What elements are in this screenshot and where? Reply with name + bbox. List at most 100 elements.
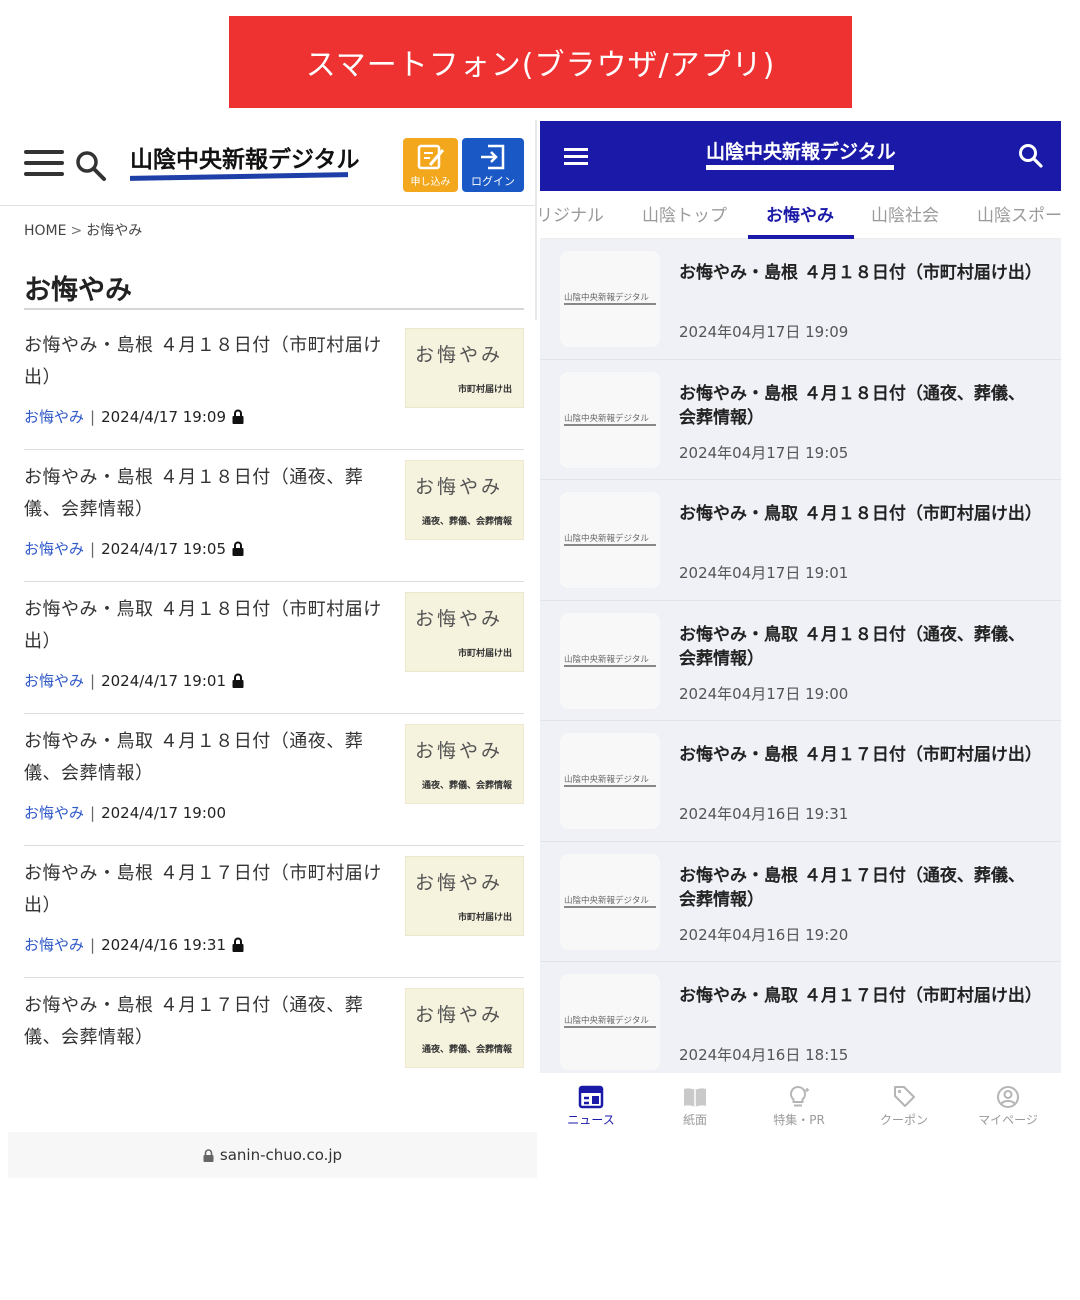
url-text: sanin-chuo.co.jp — [219, 1146, 343, 1164]
lock-icon — [203, 1148, 214, 1162]
article-datetime: 2024/4/17 19:05 — [101, 539, 226, 558]
article-title[interactable]: お悔やみ・鳥取 ４月１７日付（市町村届け出） — [679, 984, 1042, 1008]
article-title[interactable]: お悔やみ・島根 ４月１７日付（通夜、葬儀、会葬情報） — [679, 864, 1039, 912]
menu-icon[interactable] — [24, 150, 64, 180]
article-thumbnail[interactable]: お悔やみ 通夜、葬儀、会葬情報 — [405, 460, 524, 540]
login-label: ログイン — [471, 175, 515, 188]
app-logo[interactable]: 山陰中央新報デジタル — [706, 137, 896, 170]
article-category[interactable]: お悔やみ — [24, 802, 84, 823]
bottom-nav: ニュース 紙面 特集・PR クーポン マイページ — [540, 1073, 1061, 1141]
article-datetime: 2024/4/17 19:00 — [101, 803, 226, 822]
article-thumbnail[interactable]: お悔やみ 市町村届け出 — [405, 328, 524, 408]
edit-icon — [417, 144, 444, 170]
article-category[interactable]: お悔やみ — [24, 934, 84, 955]
category-tabs: リジナル 山陰トップ お悔やみ 山陰社会 山陰スポー — [540, 191, 1061, 239]
login-icon — [481, 144, 505, 170]
article-category[interactable]: お悔やみ — [24, 406, 84, 427]
tag-icon — [894, 1086, 915, 1107]
list-item[interactable]: 山陰中央新報デジタル お悔やみ・鳥取 ４月１８日付（通夜、葬儀、会葬情報） 20… — [540, 601, 1061, 721]
tab-okuyami[interactable]: お悔やみ — [766, 201, 834, 226]
page-title: お悔やみ — [24, 275, 132, 306]
article-thumbnail[interactable]: お悔やみ 市町村届け出 — [405, 592, 524, 672]
lock-icon — [232, 409, 244, 424]
article-thumbnail: 山陰中央新報デジタル — [560, 492, 660, 588]
article-title[interactable]: お悔やみ・島根 ４月１７日付（市町村届け出） — [679, 743, 1042, 767]
article-title[interactable]: お悔やみ・島根 ４月１８日付（通夜、葬儀、会葬情報） — [24, 462, 386, 526]
article-title[interactable]: お悔やみ・鳥取 ４月１８日付（通夜、葬儀、会葬情報） — [24, 726, 386, 790]
browser-screen: 山陰中央新報デジタル 申し込み ログイン HOME > お悔やみ お悔やみ お悔… — [0, 120, 537, 1180]
article-thumbnail: 山陰中央新報デジタル — [560, 612, 660, 709]
nav-news[interactable]: ニュース — [541, 1085, 641, 1128]
article-title[interactable]: お悔やみ・島根 ４月１７日付（通夜、葬儀、会葬情報） — [24, 990, 386, 1054]
article-datetime: 2024年04月16日 18:15 — [679, 1046, 849, 1064]
list-item[interactable]: 山陰中央新報デジタル お悔やみ・島根 ４月１８日付（通夜、葬儀、会葬情報） 20… — [540, 360, 1061, 480]
menu-icon[interactable] — [564, 148, 588, 166]
article-datetime: 2024年04月17日 19:00 — [679, 684, 849, 703]
article-datetime: 2024/4/16 19:31 — [101, 935, 226, 954]
site-logo[interactable]: 山陰中央新報デジタル — [130, 140, 360, 181]
article-title[interactable]: お悔やみ・鳥取 ４月１８日付（市町村届け出） — [679, 502, 1042, 526]
list-item[interactable]: 山陰中央新報デジタル お悔やみ・島根 ４月１８日付（市町村届け出） 2024年0… — [540, 239, 1061, 360]
article-datetime: 2024/4/17 19:09 — [101, 407, 226, 426]
nav-coupon[interactable]: クーポン — [854, 1085, 954, 1128]
apply-button[interactable]: 申し込み — [403, 138, 458, 192]
book-icon — [684, 1088, 706, 1107]
tab-sanin-society[interactable]: 山陰社会 — [871, 201, 939, 226]
article-title[interactable]: お悔やみ・島根 ４月１７日付（市町村届け出） — [24, 858, 386, 922]
site-header: 山陰中央新報デジタル 申し込み ログイン — [0, 120, 537, 206]
article-list: お悔やみ・島根 ４月１８日付（市町村届け出） お悔やみ | 2024/4/17 19… — [24, 318, 524, 1110]
article-title[interactable]: お悔やみ・島根 ４月１８日付（市町村届け出） — [24, 330, 386, 394]
nav-feature-pr[interactable]: 特集・PR — [749, 1085, 849, 1128]
breadcrumb: HOME > お悔やみ — [24, 223, 143, 239]
apply-label: 申し込み — [410, 177, 451, 188]
article-thumbnail[interactable]: お悔やみ 市町村届け出 — [405, 856, 524, 936]
article-thumbnail[interactable]: お悔やみ 通夜、葬儀、会葬情報 — [405, 724, 524, 804]
list-item[interactable]: 山陰中央新報デジタル お悔やみ・鳥取 ４月１８日付（市町村届け出） 2024年0… — [540, 480, 1061, 601]
article-item[interactable]: お悔やみ・島根 ４月１８日付（通夜、葬儀、会葬情報） お悔やみ | 2024/4/1… — [24, 450, 524, 582]
app-screen: 山陰中央新報デジタル リジナル 山陰トップ お悔やみ 山陰社会 山陰スポー 山陰… — [540, 121, 1061, 1141]
search-icon[interactable] — [74, 148, 108, 182]
list-item[interactable]: 山陰中央新報デジタル お悔やみ・島根 ４月１７日付（市町村届け出） 2024年0… — [540, 721, 1061, 842]
lock-icon — [232, 541, 244, 556]
article-datetime: 2024年04月17日 19:05 — [679, 443, 849, 462]
article-datetime: 2024/4/17 19:01 — [101, 671, 226, 690]
article-datetime: 2024年04月17日 19:09 — [679, 323, 849, 341]
app-article-list: 山陰中央新報デジタル お悔やみ・島根 ４月１８日付（市町村届け出） 2024年0… — [540, 239, 1061, 1083]
article-item[interactable]: お悔やみ・島根 ４月１８日付（市町村届け出） お悔やみ | 2024/4/17 19… — [24, 318, 524, 450]
article-datetime: 2024年04月17日 19:01 — [679, 564, 849, 582]
article-datetime: 2024年04月16日 19:31 — [679, 805, 849, 823]
article-thumbnail: 山陰中央新報デジタル — [560, 733, 660, 829]
user-icon — [997, 1086, 1019, 1108]
list-item[interactable]: 山陰中央新報デジタル お悔やみ・島根 ４月１７日付（通夜、葬儀、会葬情報） 20… — [540, 842, 1061, 962]
url-bar[interactable]: sanin-chuo.co.jp — [8, 1132, 537, 1178]
article-thumbnail: 山陰中央新報デジタル — [560, 251, 660, 347]
list-item[interactable]: 山陰中央新報デジタル お悔やみ・鳥取 ４月１７日付（市町村届け出） 2024年0… — [540, 962, 1061, 1083]
tab-sanin-top[interactable]: 山陰トップ — [642, 201, 727, 226]
search-icon[interactable] — [1018, 143, 1044, 169]
article-thumbnail: 山陰中央新報デジタル — [560, 974, 660, 1070]
news-icon — [578, 1085, 604, 1109]
article-datetime: 2024年04月16日 19:20 — [679, 925, 849, 944]
nav-mypage[interactable]: マイページ — [958, 1085, 1058, 1128]
article-title[interactable]: お悔やみ・鳥取 ４月１８日付（市町村届け出） — [24, 594, 386, 658]
lock-icon — [232, 673, 244, 688]
article-item[interactable]: お悔やみ・島根 ４月１７日付（市町村届け出） お悔やみ | 2024/4/16 19… — [24, 846, 524, 978]
article-item[interactable]: お悔やみ・島根 ４月１７日付（通夜、葬儀、会葬情報） お悔やみ 通夜、葬儀、会葬情… — [24, 978, 524, 1110]
app-header: 山陰中央新報デジタル — [540, 121, 1061, 191]
login-button[interactable]: ログイン — [462, 138, 524, 192]
article-thumbnail[interactable]: お悔やみ 通夜、葬儀、会葬情報 — [405, 988, 524, 1068]
tab-original[interactable]: リジナル — [540, 201, 604, 226]
article-category[interactable]: お悔やみ — [24, 670, 84, 691]
article-thumbnail: 山陰中央新報デジタル — [560, 853, 660, 950]
breadcrumb-home[interactable]: HOME — [24, 223, 66, 239]
article-title[interactable]: お悔やみ・鳥取 ４月１８日付（通夜、葬儀、会葬情報） — [679, 623, 1039, 671]
article-title[interactable]: お悔やみ・島根 ４月１８日付（市町村届け出） — [679, 261, 1042, 285]
article-item[interactable]: お悔やみ・鳥取 ４月１８日付（市町村届け出） お悔やみ | 2024/4/17 19… — [24, 582, 524, 714]
nav-paper[interactable]: 紙面 — [645, 1085, 745, 1128]
article-item[interactable]: お悔やみ・鳥取 ４月１８日付（通夜、葬儀、会葬情報） お悔やみ | 2024/4/1… — [24, 714, 524, 846]
article-category[interactable]: お悔やみ — [24, 538, 84, 559]
tab-sanin-sports[interactable]: 山陰スポー — [977, 201, 1061, 226]
lightbulb-icon — [789, 1085, 809, 1107]
article-title[interactable]: お悔やみ・島根 ４月１８日付（通夜、葬儀、会葬情報） — [679, 382, 1039, 430]
banner: スマートフォン(ブラウザ/アプリ) — [229, 16, 852, 108]
